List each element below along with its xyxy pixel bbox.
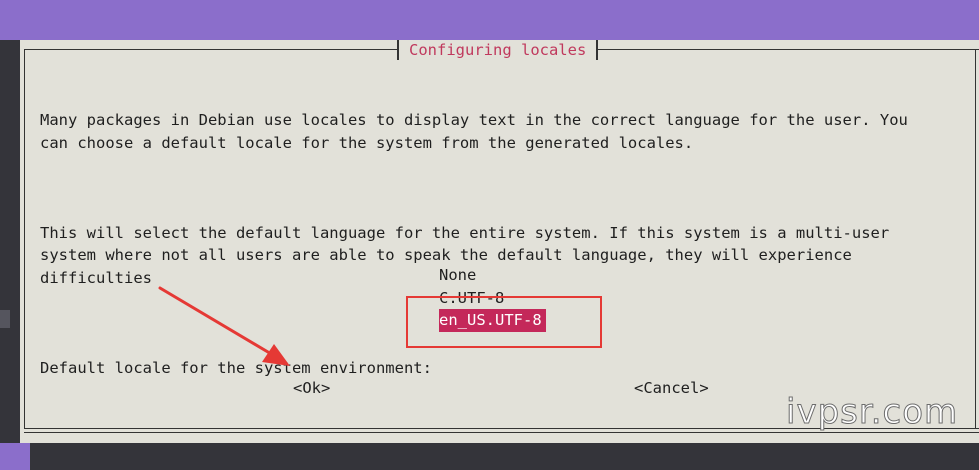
locale-option-none[interactable]: None [439, 264, 546, 287]
ok-button[interactable]: <Ok> [293, 377, 330, 399]
locale-dialog: Configuring locales Many packages in Deb… [20, 40, 979, 443]
annotation-highlight-box [406, 296, 602, 348]
intro-paragraph: Many packages in Debian use locales to d… [40, 111, 908, 152]
terminal-left-edge [0, 40, 20, 443]
dialog-bottom-line [24, 432, 979, 433]
dialog-frame-right [975, 49, 976, 428]
annotation-arrow-icon [158, 286, 290, 366]
terminal-left-mark [0, 310, 10, 328]
dialog-frame-left [24, 49, 25, 428]
cancel-button[interactable]: <Cancel> [634, 377, 709, 399]
terminal-bottom-bar [30, 443, 979, 470]
watermark-text: ivpsr.com [785, 392, 959, 433]
dialog-title: Configuring locales [397, 40, 599, 60]
